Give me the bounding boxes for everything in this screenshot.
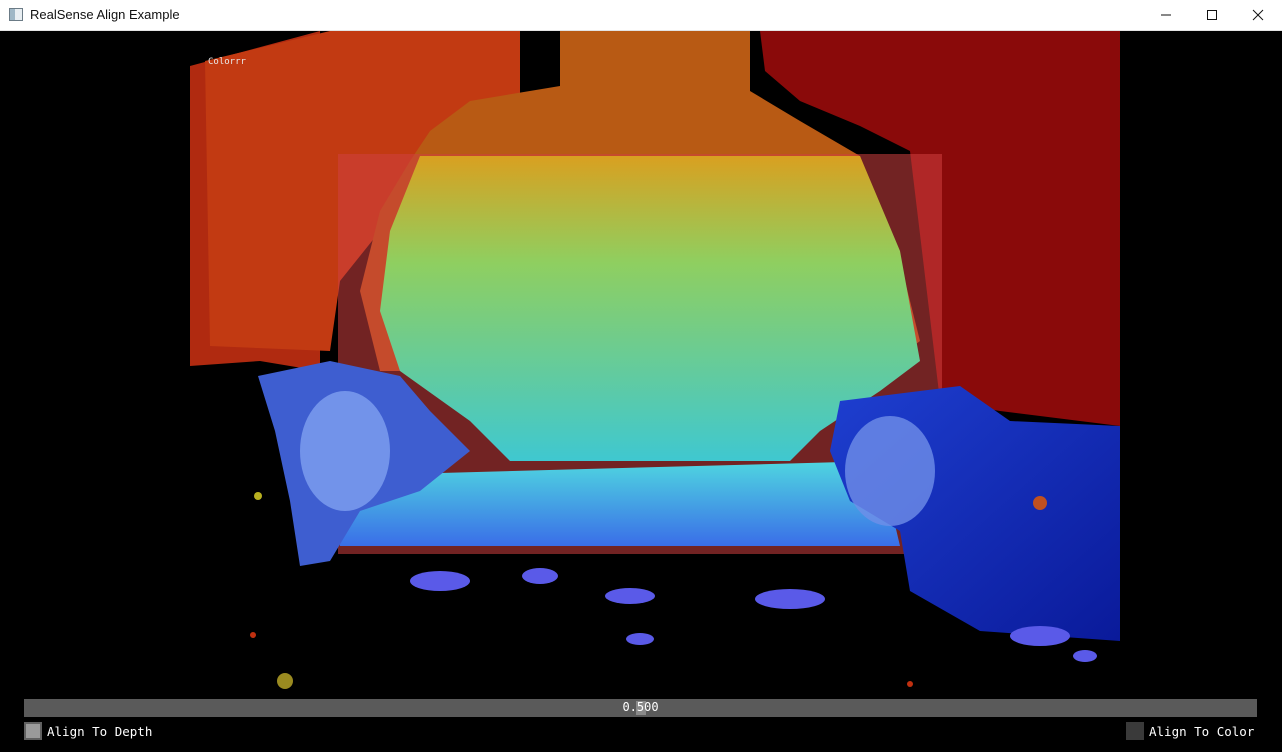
depth-region-right-cushion <box>845 416 935 526</box>
close-button[interactable] <box>1235 0 1281 30</box>
minimize-button[interactable] <box>1143 0 1189 30</box>
stream-label: Colorrr <box>208 57 246 67</box>
close-icon <box>1252 9 1264 21</box>
maximize-icon <box>1207 10 1217 20</box>
window-app-icon <box>9 8 23 21</box>
alpha-slider[interactable]: 0.500 <box>24 699 1257 717</box>
title-bar[interactable]: RealSense Align Example <box>0 0 1282 31</box>
align-to-color-checkbox[interactable] <box>1126 722 1144 740</box>
aligned-depth-image <box>190 31 1120 689</box>
minimize-icon <box>1161 14 1171 16</box>
depth-region-left-cushion <box>300 391 390 511</box>
slider-value: 0.500 <box>622 700 659 714</box>
maximize-button[interactable] <box>1189 0 1235 30</box>
window-title: RealSense Align Example <box>30 7 180 22</box>
align-to-depth-checkbox[interactable] <box>24 722 42 740</box>
render-canvas: Colorrr 0.500 Align To Depth Align To Co… <box>0 31 1282 752</box>
align-to-depth-label[interactable]: Align To Depth <box>47 724 152 739</box>
app-window: RealSense Align Example Colorrr 0.500 Al… <box>0 0 1282 752</box>
align-to-color-label[interactable]: Align To Color <box>1149 724 1254 739</box>
